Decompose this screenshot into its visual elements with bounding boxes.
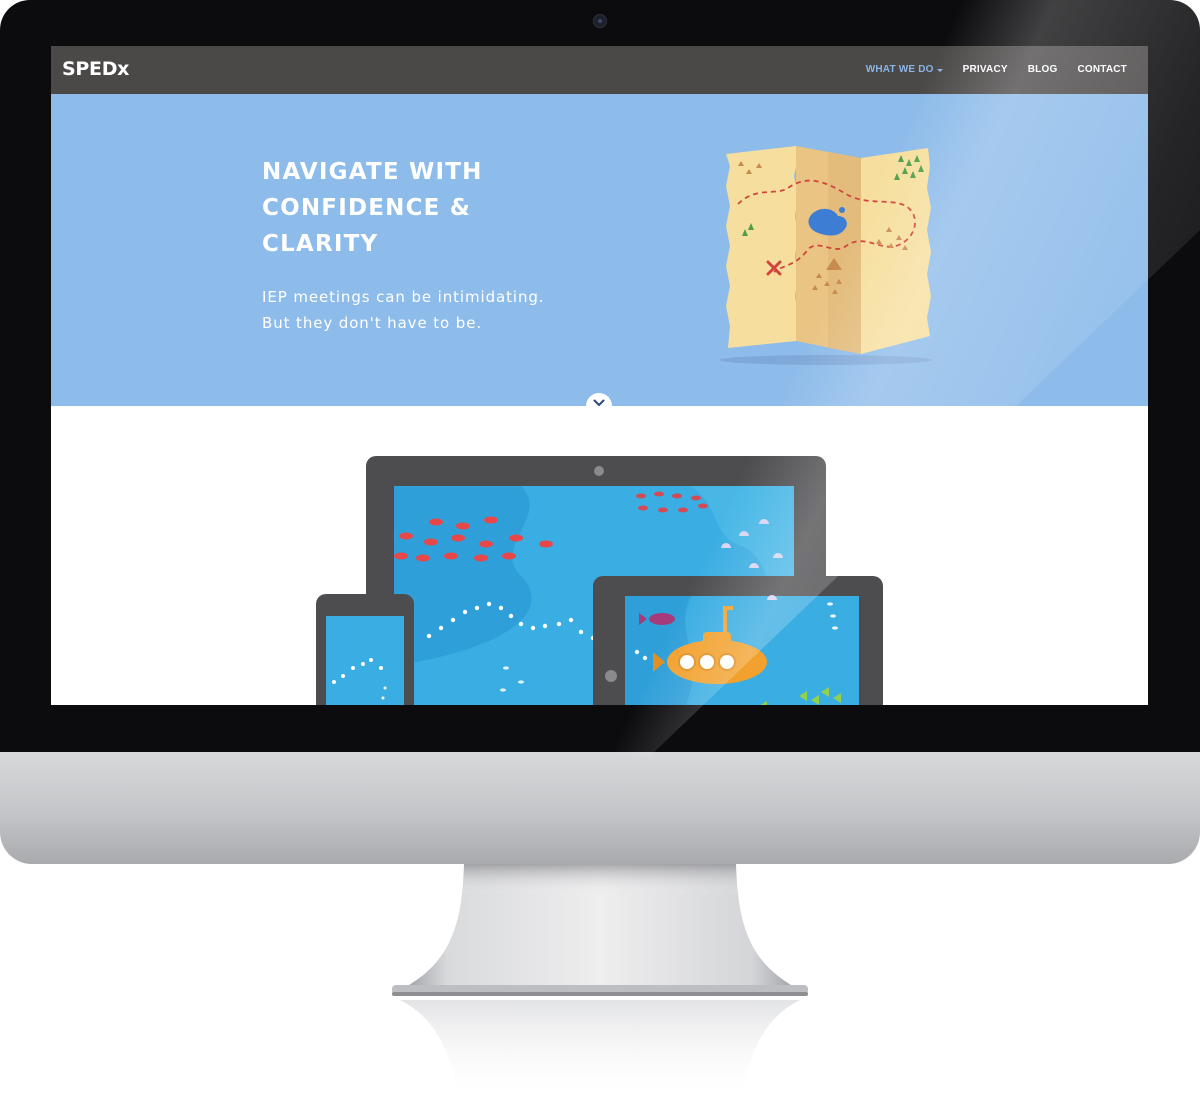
nav-item-label: BLOG (1027, 64, 1058, 75)
nav-item-label: WHAT WE DO (865, 64, 934, 75)
nav-item-blog[interactable]: BLOG (1028, 64, 1058, 75)
navbar: SPEDx WHAT WE DO PRIVACY BLOG CONTACT (51, 46, 1148, 94)
caret-down-icon (936, 68, 943, 72)
nav-item-label: CONTACT (1077, 64, 1127, 75)
nav-menu: WHAT WE DO PRIVACY BLOG CONTACT (846, 64, 1127, 75)
hero-subtitle-line-2: But they don't have to be. (262, 314, 483, 332)
nav-item-privacy[interactable]: PRIVACY (963, 64, 1008, 75)
hero-section: NAVIGATE WITH CONFIDENCE & CLARITY IEP m… (51, 94, 1148, 406)
treasure-map-illustration (720, 146, 932, 365)
brand-logo[interactable]: SPEDx (62, 58, 129, 80)
responsive-devices-illustration (316, 456, 883, 705)
hero-subtitle-line-1: IEP meetings can be intimidating. (262, 288, 545, 306)
nav-item-contact[interactable]: CONTACT (1077, 64, 1127, 75)
hero-subtitle: IEP meetings can be intimidating. But th… (262, 284, 622, 336)
nav-item-label: PRIVACY (962, 64, 1008, 75)
hero-title: NAVIGATE WITH CONFIDENCE & CLARITY (262, 159, 483, 257)
website-screen: SPEDx WHAT WE DO PRIVACY BLOG CONTACT NA… (51, 46, 1148, 705)
nav-item-what-we-do[interactable]: WHAT WE DO (866, 64, 943, 75)
